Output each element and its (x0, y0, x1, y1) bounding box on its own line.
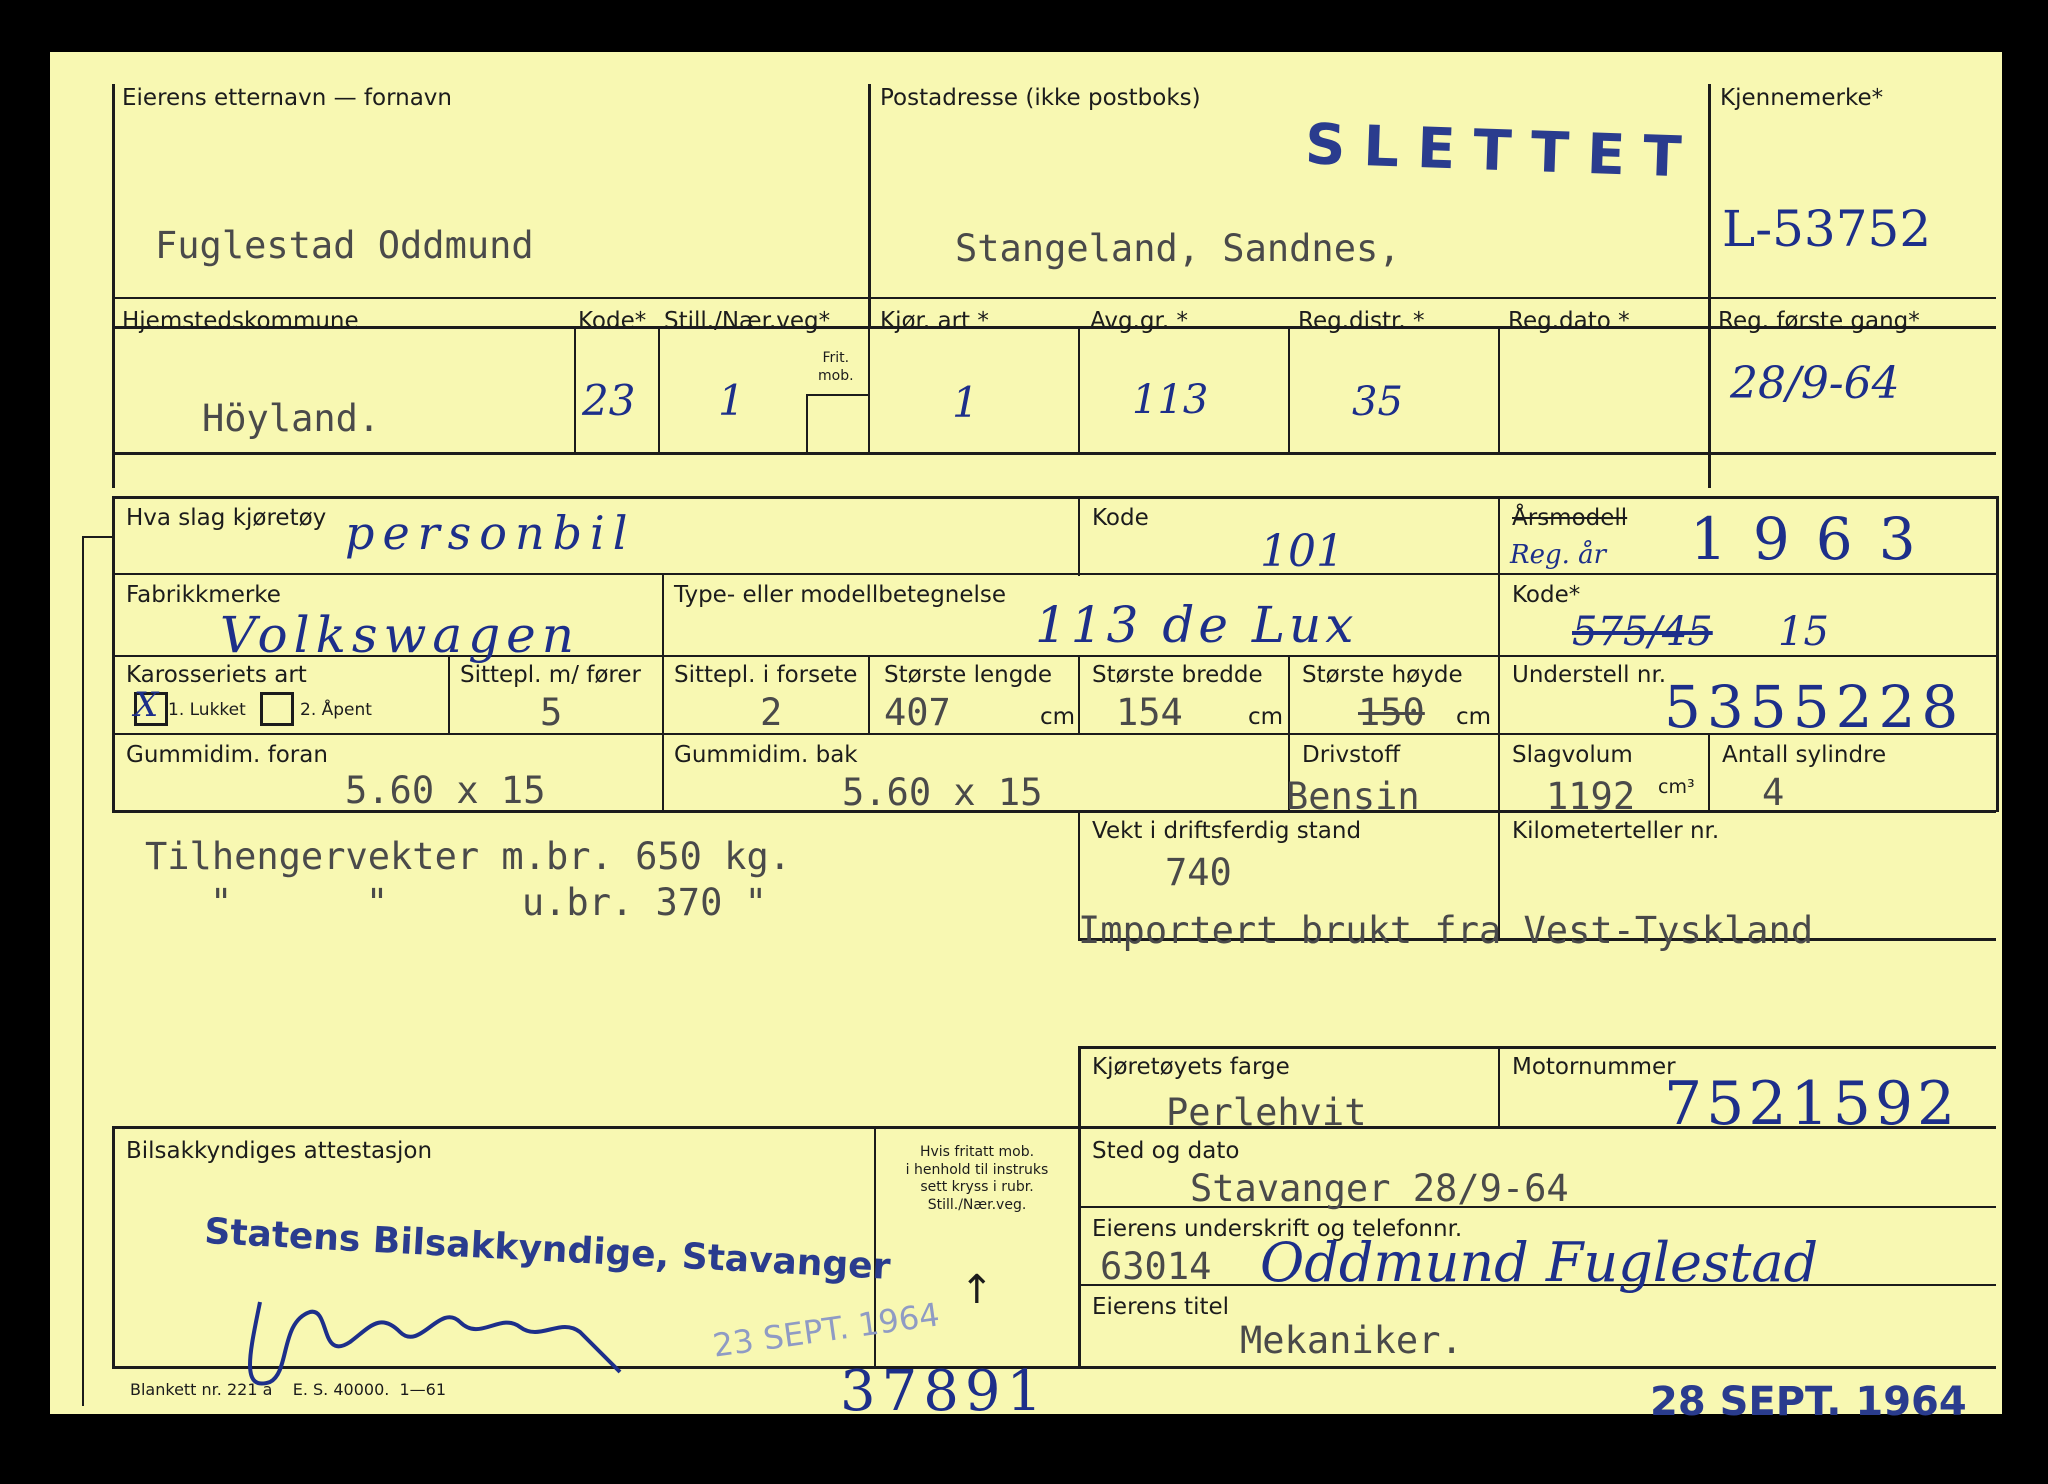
open-label: 2. Åpent (300, 700, 372, 720)
processed-date-stamp: 28 SEPT. 1964 (1650, 1379, 1967, 1425)
frit-mob-label: Frit. mob. (818, 350, 854, 384)
place-date-value: Stavanger 28/9-64 (1190, 1167, 1569, 1210)
max-height-label: Største høyde (1302, 662, 1463, 688)
curb-weight-value: 740 (1165, 851, 1232, 894)
reg-district-value: 35 (1352, 379, 1403, 425)
postal-address-label: Postadresse (ikke postboks) (880, 85, 1201, 111)
reg-mark-value: L-53752 (1722, 200, 1932, 258)
import-note: Importert brukt fra Vest-Tyskland (1078, 909, 1814, 952)
fee-group-value: 113 (1132, 377, 1209, 423)
seats-driver-label: Sittepl. m/ fører (460, 662, 641, 688)
seats-driver-value: 5 (540, 691, 563, 734)
type-model-label: Type- eller modellbetegnelse (674, 582, 1007, 608)
length-unit: cm (1040, 704, 1076, 730)
owner-name-label: Eierens etternavn — fornavn (122, 85, 452, 111)
kind-code-label: Kode (1092, 505, 1149, 531)
vehicle-kind-value: personbil (345, 506, 636, 560)
make-code-new: 15 (1778, 609, 1829, 655)
make-code-label: Kode* (1512, 582, 1581, 608)
max-height-value: 150 (1358, 691, 1425, 734)
drive-type-label: Kjør. art * (880, 308, 989, 334)
stillnar-label: Still./Nær.veg* (664, 308, 831, 334)
code-value: 23 (582, 376, 636, 425)
received-date-stamp: 23 SEPT. 1964 (710, 1295, 942, 1365)
max-length-value: 407 (884, 691, 951, 734)
make-value: Volkswagen (220, 606, 580, 664)
vehicle-kind-label: Hva slag kjøretøy (126, 505, 327, 531)
owner-title-value: Mekaniker. (1240, 1319, 1463, 1362)
reg-first-label: Reg. første gang* (1718, 308, 1920, 334)
drive-type-value: 1 (952, 378, 979, 427)
odometer-label: Kilometerteller nr. (1512, 818, 1720, 844)
phone-value: 63014 (1100, 1245, 1212, 1288)
trailer-weight-line1: Tilhengervekter m.br. 650 kg. (145, 835, 792, 878)
curb-weight-label: Vekt i driftsferdig stand (1092, 818, 1362, 844)
engine-no-label: Motornummer (1512, 1054, 1676, 1080)
max-width-value: 154 (1116, 691, 1183, 734)
owner-signature: Oddmund Fuglestad (1260, 1231, 1819, 1294)
deleted-stamp: SLETTET (1304, 112, 1701, 191)
postal-address-value: Stangeland, Sandnes, (955, 227, 1401, 270)
home-municipality-label: Hjemstedskommune (122, 308, 359, 334)
tire-rear-value: 5.60 x 15 (842, 771, 1043, 814)
body-type-label: Karosseriets art (126, 662, 307, 688)
width-unit: cm (1248, 704, 1284, 730)
make-label: Fabrikkmerke (126, 582, 281, 608)
tire-front-label: Gummidim. foran (126, 742, 328, 768)
reference-number: 37891 (840, 1359, 1049, 1424)
code-label: Kode* (578, 308, 647, 334)
displacement-unit: cm³ (1658, 776, 1695, 798)
owner-name-value: Fuglestad Oddmund (155, 224, 534, 267)
height-unit: cm (1456, 704, 1492, 730)
seats-front-value: 2 (760, 691, 783, 734)
closed-label: 1. Lukket (168, 700, 246, 720)
inspector-label: Bilsakkyndiges attestasjon (126, 1138, 433, 1164)
place-date-label: Sted og dato (1092, 1138, 1240, 1164)
open-checkbox (260, 692, 294, 726)
fuel-label: Drivstoff (1302, 742, 1401, 768)
inspector-stamp: Statens Bilsakkyndige, Stavanger (203, 1211, 892, 1288)
form-number: Blankett nr. 221 a E. S. 40000. 1—61 (130, 1380, 447, 1399)
home-municipality-value: Höyland. (202, 397, 381, 440)
reg-first-value: 28/9-64 (1730, 358, 1900, 409)
seats-front-label: Sittepl. i forsete (674, 662, 858, 688)
fee-group-label: Avg.gr. * (1090, 308, 1188, 334)
tire-rear-label: Gummidim. bak (674, 742, 858, 768)
reg-year-label: Reg. år (1510, 540, 1607, 570)
tire-front-value: 5.60 x 15 (345, 769, 546, 812)
max-width-label: Største bredde (1092, 662, 1263, 688)
fuel-value: Bensin (1286, 775, 1420, 818)
reg-mark-label: Kjennemerke* (1720, 85, 1884, 111)
kind-code-value: 101 (1260, 526, 1344, 577)
arrow-mark: ↑ (960, 1267, 994, 1313)
stillnar-value: 1 (718, 376, 745, 425)
color-label: Kjøretøyets farge (1092, 1054, 1290, 1080)
trailer-weight-line2: " " u.br. 370 " (210, 881, 767, 924)
chassis-no-label: Understell nr. (1512, 662, 1667, 688)
model-year-value: 1963 (1690, 505, 1942, 573)
type-model-value: 113 de Lux (1035, 596, 1358, 654)
reg-district-label: Reg.distr. * (1298, 308, 1425, 334)
exempt-note: Hvis fritatt mob. i henhold til instruks… (905, 1144, 1049, 1213)
owner-title-label: Eierens titel (1092, 1294, 1230, 1320)
engine-no-value: 7521592 (1664, 1069, 1960, 1139)
max-length-label: Største lengde (884, 662, 1053, 688)
make-code-old: 575/45 (1572, 609, 1713, 655)
chassis-no-value: 5355228 (1664, 673, 1965, 741)
displacement-label: Slagvolum (1512, 742, 1633, 768)
model-year-label: Årsmodell (1512, 505, 1628, 531)
cylinders-label: Antall sylindre (1722, 742, 1887, 768)
cylinders-value: 4 (1762, 771, 1785, 814)
closed-check-mark: X (134, 685, 159, 725)
displacement-value: 1192 (1546, 775, 1636, 818)
registration-card: Eierens etternavn — fornavn Postadresse … (50, 52, 2002, 1422)
reg-date-label: Reg.dato * (1508, 308, 1630, 334)
